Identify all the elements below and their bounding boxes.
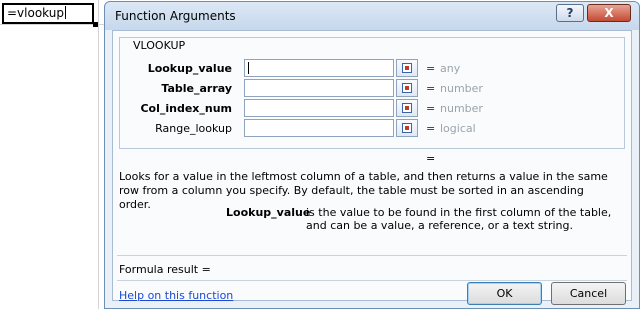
col-index-num-input[interactable] [244, 99, 394, 117]
arg-label-lookup-value: Lookup_value [147, 62, 232, 75]
arg-label-col-index-num: Col_index_num [140, 102, 232, 115]
arg-equals: = [426, 62, 436, 75]
arg-hint-range-lookup: logical [440, 122, 476, 135]
function-result-equals: = [426, 152, 436, 165]
help-on-function-link[interactable]: Help on this function [119, 289, 233, 302]
arg-label-range-lookup: Range_lookup [155, 122, 232, 135]
arg-equals: = [426, 102, 436, 115]
table-array-input[interactable] [244, 79, 394, 97]
fill-handle[interactable] [93, 22, 98, 27]
range-select-icon [402, 123, 412, 133]
table-array-collapse-button[interactable] [396, 79, 418, 97]
range-lookup-collapse-button[interactable] [396, 119, 418, 137]
active-cell-editor[interactable]: =vlookup [2, 3, 94, 24]
range-select-icon [402, 83, 412, 93]
cancel-button[interactable]: Cancel [551, 282, 626, 305]
gridline [0, 24, 104, 25]
arg-hint-col-index-num: number [440, 102, 483, 115]
ok-button[interactable]: OK [467, 282, 542, 305]
divider [117, 280, 627, 281]
lookup-value-collapse-button[interactable] [396, 59, 418, 77]
question-icon: ? [566, 6, 574, 20]
cell-formula-text: =vlookup [7, 6, 64, 20]
arg-label-table-array: Table_array [161, 82, 232, 95]
arg-hint-lookup-value: any [440, 62, 461, 75]
range-select-icon [402, 63, 412, 73]
argument-help-text: is the value to be found in the first co… [306, 206, 612, 232]
lookup-value-input[interactable] [244, 59, 394, 77]
arg-equals: = [426, 122, 436, 135]
gridline [98, 0, 99, 309]
text-caret [64, 6, 66, 19]
range-lookup-input[interactable] [244, 119, 394, 137]
col-index-num-collapse-button[interactable] [396, 99, 418, 117]
dialog-titlebar[interactable]: Function Arguments ? X [105, 2, 639, 30]
arguments-group: VLOOKUP Lookup_value = any Table_array =… [119, 37, 625, 149]
arg-hint-table-array: number [440, 82, 483, 95]
argument-help-name: Lookup_value [226, 206, 311, 219]
dialog-title: Function Arguments [115, 9, 236, 23]
function-arguments-dialog: Function Arguments ? X VLOOKUP Lookup_va… [104, 1, 640, 309]
help-title-button[interactable]: ? [556, 4, 584, 22]
dialog-body: VLOOKUP Lookup_value = any Table_array =… [112, 30, 632, 305]
arg-equals: = [426, 82, 436, 95]
text-caret [248, 62, 249, 74]
function-name-label: VLOOKUP [130, 39, 189, 52]
divider [117, 255, 627, 256]
formula-result-label: Formula result = [119, 263, 211, 276]
close-icon: X [604, 6, 614, 20]
range-select-icon [402, 103, 412, 113]
close-button[interactable]: X [587, 4, 631, 22]
